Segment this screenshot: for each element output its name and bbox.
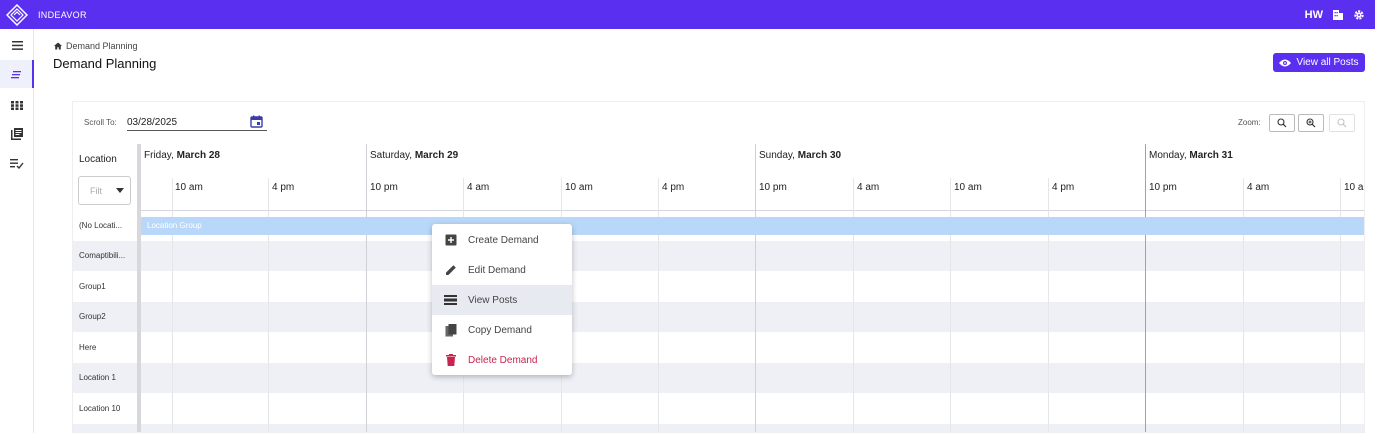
- row-label: Group2: [79, 312, 106, 321]
- day-header: Friday, March 28: [144, 150, 220, 161]
- zoom-fit-button[interactable]: [1269, 114, 1295, 132]
- app-logo-icon[interactable]: [0, 0, 34, 29]
- menu-icon[interactable]: [0, 31, 34, 59]
- create-demand-menu-item[interactable]: Create Demand: [432, 225, 572, 255]
- hour-label: 10 am: [565, 182, 593, 193]
- copy-demand-menu-item[interactable]: Copy Demand: [432, 315, 572, 345]
- hour-label: 4 am: [857, 182, 880, 193]
- row-label: Group1: [79, 282, 106, 291]
- filter-placeholder: Filt: [90, 185, 102, 196]
- demand-planning-nav-icon[interactable]: [0, 60, 34, 88]
- day-header: Sunday, March 30: [759, 150, 842, 161]
- menu-item-label: Create Demand: [468, 234, 539, 246]
- add-box-icon: [444, 234, 457, 247]
- gear-icon[interactable]: [1352, 8, 1365, 21]
- zoom-label: Zoom:: [1238, 118, 1261, 127]
- view-all-posts-button[interactable]: View all Posts: [1273, 53, 1365, 72]
- menu-item-label: Copy Demand: [468, 324, 532, 336]
- view-posts-menu-item[interactable]: View Posts: [432, 285, 572, 315]
- breadcrumb-label[interactable]: Demand Planning: [66, 41, 138, 51]
- edit-demand-menu-item[interactable]: Edit Demand: [432, 255, 572, 285]
- search-icon: [1277, 118, 1287, 128]
- hour-label: 10 pm: [370, 182, 398, 193]
- chevron-down-icon: [116, 188, 124, 193]
- context-menu: Create Demand Edit Demand View Posts Cop…: [432, 224, 572, 375]
- trash-icon: [444, 354, 457, 367]
- hour-label: 10 am: [954, 182, 982, 193]
- view-all-posts-label: View all Posts: [1296, 57, 1359, 68]
- menu-item-label: View Posts: [468, 294, 518, 306]
- row-label: Comaptibili...: [79, 251, 126, 260]
- timeline-grid[interactable]: Friday, March 28 Saturday, March 29 Sund…: [141, 144, 1364, 432]
- scroll-to-label: Scroll To:: [84, 118, 117, 127]
- day-divider: [366, 144, 367, 432]
- row-label: Location 1: [79, 373, 116, 382]
- row-label: (No Locati...: [79, 221, 123, 230]
- zoom-in-icon: [1306, 118, 1316, 128]
- building-icon[interactable]: [1331, 8, 1344, 21]
- zoom-out-icon: [1337, 118, 1347, 128]
- day-divider: [755, 144, 756, 432]
- library-icon[interactable]: [0, 120, 34, 148]
- hour-label: 4 am: [1247, 182, 1270, 193]
- day-header: Saturday, March 29: [370, 150, 459, 161]
- hour-label: 10 am: [1344, 182, 1364, 193]
- day-divider: [1145, 144, 1146, 432]
- menu-item-label: Edit Demand: [468, 264, 526, 276]
- eye-icon: [1279, 59, 1292, 66]
- day-header: Monday, March 31: [1149, 150, 1233, 161]
- page-title: Demand Planning: [53, 56, 157, 71]
- list-icon: [444, 294, 457, 307]
- copy-icon: [444, 323, 457, 337]
- delete-demand-menu-item[interactable]: Delete Demand: [432, 345, 572, 375]
- breadcrumb[interactable]: Demand Planning: [54, 41, 138, 51]
- location-group-bar[interactable]: Location Group: [141, 217, 1364, 235]
- group-row: Location Group: [141, 211, 1364, 241]
- side-rail: [0, 29, 34, 433]
- scheduler-card: Scroll To: 03/28/2025 Zoom: Location Fil…: [72, 101, 1365, 433]
- menu-item-label: Delete Demand: [468, 354, 538, 366]
- hour-label: 4 pm: [1052, 182, 1075, 193]
- hour-label: 4 am: [467, 182, 490, 193]
- group-bar-label: Location Group: [147, 221, 202, 230]
- scroll-to-date-input[interactable]: 03/28/2025: [127, 115, 267, 131]
- checklist-icon[interactable]: [0, 150, 34, 178]
- grid-view-icon[interactable]: [0, 91, 34, 119]
- hour-label: 10 pm: [1149, 182, 1177, 193]
- hour-label: 10 pm: [759, 182, 787, 193]
- location-column-header: Location: [79, 154, 117, 165]
- location-filter-select[interactable]: Filt: [78, 176, 131, 205]
- hour-label: 4 pm: [662, 182, 685, 193]
- user-initials[interactable]: HW: [1305, 9, 1323, 21]
- hour-label: 10 am: [175, 182, 203, 193]
- calendar-icon[interactable]: [250, 115, 264, 129]
- zoom-in-button[interactable]: [1298, 114, 1324, 132]
- row-label: Here: [79, 343, 97, 352]
- pencil-icon: [444, 264, 457, 277]
- hour-label: 4 pm: [272, 182, 295, 193]
- row-label: Location 10: [79, 404, 121, 413]
- app-brand: INDEAVOR: [38, 9, 87, 20]
- home-icon: [54, 42, 62, 50]
- zoom-out-button[interactable]: [1329, 114, 1355, 132]
- top-bar: INDEAVOR HW: [0, 0, 1375, 29]
